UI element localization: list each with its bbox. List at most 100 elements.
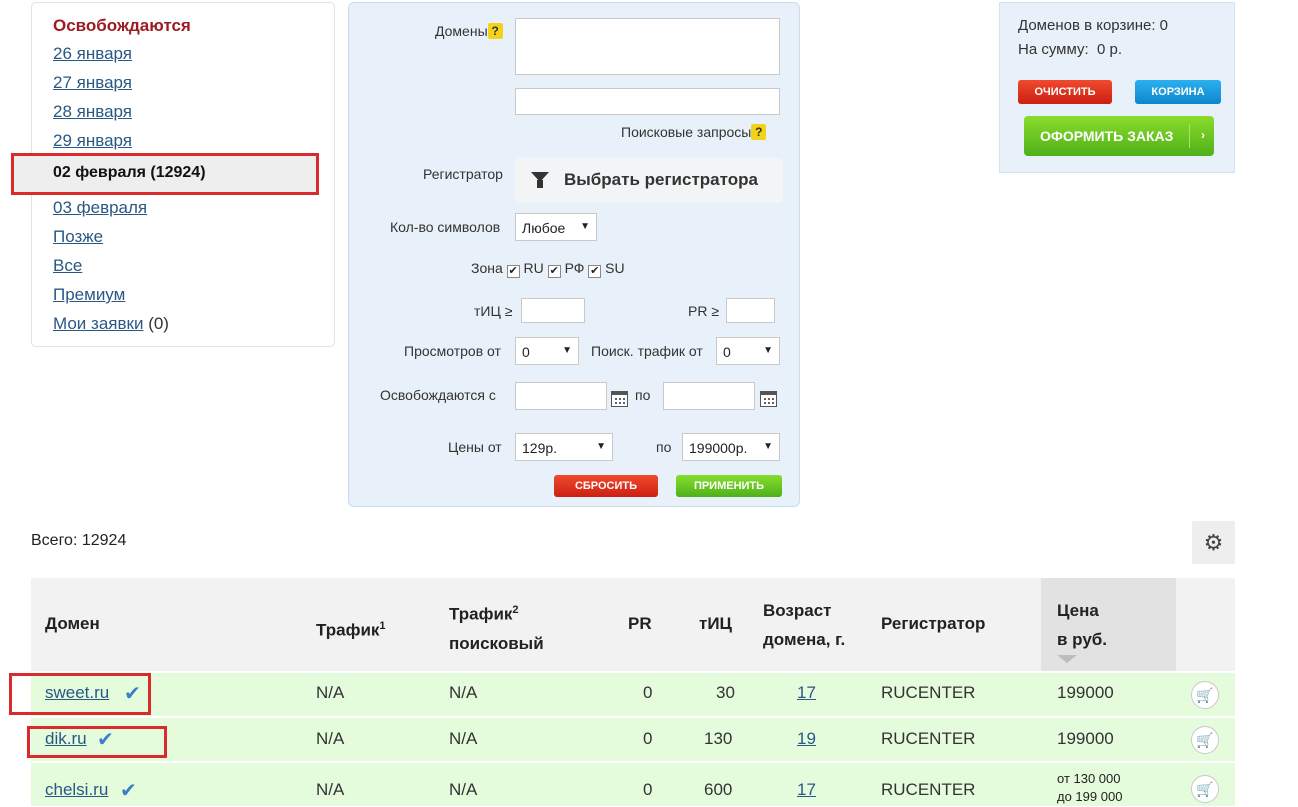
search-queries-help-icon[interactable]: ?	[751, 124, 767, 140]
search-queries-label: Поисковые запросы?	[621, 124, 767, 140]
price-from-select[interactable]: 129р. ▼	[515, 433, 613, 461]
sort-desc-icon[interactable]	[1057, 655, 1077, 663]
col-search-traffic-text: Трафик	[449, 604, 513, 624]
col-search-traffic[interactable]: Трафик2 поисковый	[449, 596, 544, 658]
date-link-jan29[interactable]: 29 января	[53, 131, 132, 151]
zone-rf-checkbox[interactable]: ✔	[547, 265, 561, 278]
reset-button[interactable]: СБРОСИТЬ	[554, 475, 658, 497]
search-traffic-cell: N/A	[449, 683, 478, 702]
views-value: 0	[522, 344, 530, 360]
age-link[interactable]: 17	[797, 683, 816, 703]
price-to-value: 199000р.	[689, 440, 748, 456]
choose-registrar-label: Выбрать регистратора	[564, 170, 758, 189]
chevron-down-icon: ▼	[763, 345, 773, 356]
date-link-feb03[interactable]: 03 февраля	[53, 198, 147, 218]
traffic-cell: N/A	[316, 780, 345, 799]
add-to-cart-icon[interactable]: 🛒	[1191, 775, 1219, 803]
col-price[interactable]: Цена в руб.	[1057, 596, 1107, 654]
traffic-cell: N/A	[316, 683, 345, 702]
price-cell: 199000	[1057, 729, 1114, 748]
chevron-down-icon: ▼	[596, 441, 606, 452]
col-traffic-footnote: 1	[379, 620, 386, 632]
date-link-premium[interactable]: Премиум	[53, 285, 125, 305]
date-link-jan27[interactable]: 27 января	[53, 73, 132, 93]
tic-input[interactable]	[521, 298, 585, 323]
col-traffic-text: Трафик	[316, 620, 380, 640]
table-row: chelsi.ru ✔ N/A N/A 0 600 17 RUCENTER от…	[31, 763, 1235, 807]
chars-count-value: Любое	[522, 220, 566, 236]
date-link-all[interactable]: Все	[53, 256, 82, 276]
release-to-input[interactable]	[663, 382, 755, 410]
registrar-cell: RUCENTER	[881, 729, 976, 748]
place-order-button[interactable]: ОФОРМИТЬ ЗАКАЗ ›	[1024, 116, 1214, 156]
chars-count-select[interactable]: Любое ▼	[515, 213, 597, 241]
calendar-icon[interactable]	[611, 391, 628, 407]
pr-input[interactable]	[726, 298, 775, 323]
table-row: sweet.ru ✔ N/A N/A 0 30 17 RUCENTER 1990…	[31, 673, 1235, 717]
price-to-select[interactable]: 199000р. ▼	[682, 433, 780, 461]
search-queries-input[interactable]	[515, 88, 780, 115]
domains-help-icon[interactable]: ?	[487, 23, 503, 39]
date-link-later[interactable]: Позже	[53, 227, 103, 247]
search-traffic-cell: N/A	[449, 780, 478, 799]
age-link[interactable]: 19	[797, 729, 816, 749]
release-to-label: по	[635, 387, 651, 403]
zone-rf-label: РФ	[564, 260, 585, 276]
highlight-box-active-date	[11, 153, 319, 195]
add-to-cart-icon[interactable]: 🛒	[1191, 681, 1219, 709]
col-age-text2: домена, г.	[763, 630, 846, 649]
zone-su-label: SU	[605, 260, 625, 276]
search-queries-label-text: Поисковые запросы	[621, 124, 752, 140]
my-requests-link[interactable]: Мои заявки	[53, 314, 143, 333]
col-domain[interactable]: Домен	[45, 609, 100, 638]
price-cell: 199000	[1057, 683, 1114, 702]
pr-label: PR ≥	[688, 303, 720, 319]
price-range-from: от 130 000	[1057, 771, 1121, 786]
zone-ru-checkbox[interactable]: ✔	[506, 265, 520, 278]
col-tic[interactable]: тИЦ	[699, 609, 732, 638]
highlight-box-dik	[27, 726, 167, 758]
calendar-icon[interactable]	[760, 391, 777, 407]
domains-label-text: Домены	[435, 23, 488, 39]
table-row: dik.ru ✔ N/A N/A 0 130 19 RUCENTER 19900…	[31, 718, 1235, 762]
release-from-input[interactable]	[515, 382, 607, 410]
my-requests: Мои заявки (0)	[53, 314, 169, 334]
apply-button[interactable]: ПРИМЕНИТЬ	[676, 475, 782, 497]
date-link-jan28[interactable]: 28 января	[53, 102, 132, 122]
search-traffic-select[interactable]: 0 ▼	[716, 337, 780, 365]
chevron-down-icon: ▼	[580, 221, 590, 232]
pr-cell: 0	[643, 780, 653, 799]
release-dates-title: Освобождаются	[53, 16, 191, 35]
col-age[interactable]: Возраст домена, г.	[763, 596, 845, 654]
col-price-text: Цена	[1057, 601, 1099, 620]
place-order-label: ОФОРМИТЬ ЗАКАЗ	[1040, 128, 1174, 144]
chars-count-label: Кол-во символов	[390, 219, 501, 235]
choose-registrar-button[interactable]: Выбрать регистратора	[515, 158, 783, 203]
domain-link[interactable]: chelsi.ru	[45, 780, 108, 800]
tic-cell: 30	[716, 683, 735, 702]
col-registrar[interactable]: Регистратор	[881, 609, 985, 638]
col-search-traffic-footnote: 2	[512, 604, 519, 616]
zone-su-checkbox[interactable]: ✔	[588, 265, 602, 278]
price-range-to: до 199 000	[1057, 789, 1123, 804]
release-from-label: Освобождаются с	[380, 387, 496, 403]
gear-icon[interactable]: ⚙	[1192, 521, 1235, 564]
date-link-jan26[interactable]: 26 января	[53, 44, 132, 64]
registrar-cell: RUCENTER	[881, 683, 976, 702]
views-select[interactable]: 0 ▼	[515, 337, 579, 365]
age-link[interactable]: 17	[797, 780, 816, 800]
domains-textarea[interactable]	[515, 18, 780, 75]
views-label: Просмотров от	[404, 343, 501, 359]
tic-cell: 130	[704, 729, 733, 748]
cart-button[interactable]: КОРЗИНА	[1135, 80, 1221, 104]
col-price-text2: в руб.	[1057, 630, 1108, 649]
clear-cart-button[interactable]: ОЧИСТИТЬ	[1018, 80, 1112, 104]
filter-funnel-stem	[537, 180, 543, 188]
add-to-cart-icon[interactable]: 🛒	[1191, 726, 1219, 754]
col-search-traffic-text2: поисковый	[449, 633, 544, 653]
zone-label: Зона ✔ RU ✔ РФ ✔ SU	[471, 260, 625, 278]
search-traffic-label: Поиск. трафик от	[591, 343, 703, 359]
col-pr[interactable]: PR	[628, 609, 652, 638]
col-traffic[interactable]: Трафик1	[316, 612, 386, 645]
price-from-value: 129р.	[522, 440, 558, 456]
